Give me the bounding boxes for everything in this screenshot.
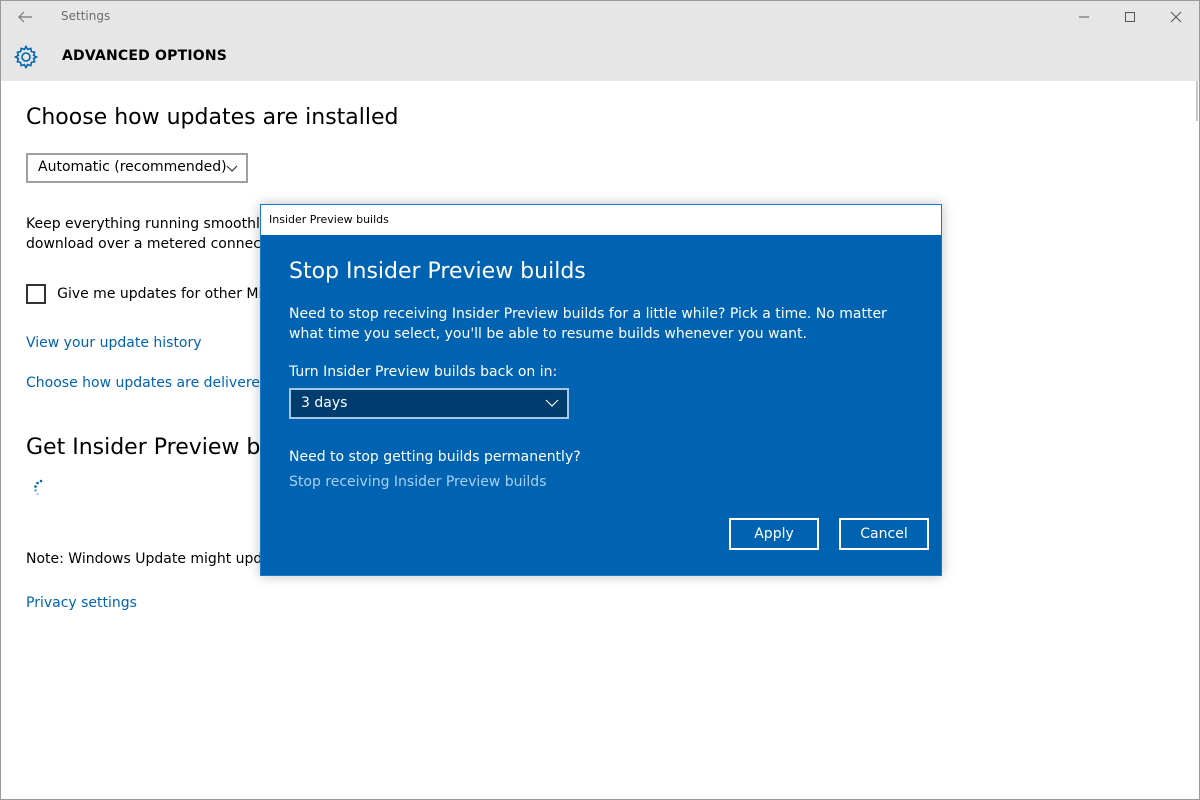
insider-preview-dialog: Insider Preview builds Stop Insider Prev… bbox=[260, 204, 942, 576]
dialog-title-bar: Insider Preview builds bbox=[261, 205, 941, 235]
apply-button[interactable]: Apply bbox=[729, 518, 819, 550]
stop-receiving-link[interactable]: Stop receiving Insider Preview builds bbox=[289, 474, 546, 490]
minimize-button[interactable] bbox=[1061, 1, 1107, 33]
minimize-icon bbox=[1079, 16, 1089, 18]
maximize-button[interactable] bbox=[1107, 1, 1153, 33]
maximize-icon bbox=[1125, 12, 1135, 22]
resume-duration-value: 3 days bbox=[301, 395, 348, 411]
window-controls bbox=[1061, 1, 1199, 33]
update-note: Note: Windows Update might upda bbox=[26, 551, 271, 567]
gear-icon bbox=[13, 44, 39, 70]
other-products-option[interactable]: Give me updates for other Micr bbox=[26, 283, 276, 305]
loading-spinner-icon bbox=[34, 479, 43, 496]
other-products-label: Give me updates for other Micr bbox=[57, 285, 276, 302]
delivery-options-link[interactable]: Choose how updates are delivered bbox=[26, 375, 269, 391]
resume-duration-dropdown[interactable]: 3 days bbox=[289, 388, 569, 419]
update-description: Keep everything running smoothly. downlo… bbox=[26, 214, 266, 254]
window-title: Settings bbox=[61, 9, 111, 23]
permanent-stop-question: Need to stop getting builds permanently? bbox=[289, 449, 581, 465]
insider-heading: Get Insider Preview buil bbox=[26, 435, 287, 460]
title-bar: Settings bbox=[1, 1, 1199, 33]
resume-duration-label: Turn Insider Preview builds back on in: bbox=[289, 364, 558, 380]
dialog-description: Need to stop receiving Insider Preview b… bbox=[289, 306, 887, 342]
back-arrow-icon[interactable] bbox=[15, 7, 35, 27]
cancel-button[interactable]: Cancel bbox=[839, 518, 929, 550]
close-icon bbox=[1170, 11, 1182, 23]
other-products-checkbox[interactable] bbox=[26, 283, 46, 304]
scrollbar[interactable] bbox=[1195, 81, 1199, 799]
install-mode-dropdown[interactable]: Automatic (recommended) bbox=[26, 153, 248, 183]
dialog-heading: Stop Insider Preview builds bbox=[289, 259, 586, 284]
chevron-down-icon bbox=[545, 399, 559, 407]
page-title: ADVANCED OPTIONS bbox=[62, 48, 228, 64]
privacy-settings-link[interactable]: Privacy settings bbox=[26, 595, 137, 611]
close-button[interactable] bbox=[1153, 1, 1199, 33]
update-history-link[interactable]: View your update history bbox=[26, 335, 202, 351]
chevron-down-icon bbox=[226, 165, 238, 172]
install-heading: Choose how updates are installed bbox=[26, 105, 399, 130]
install-mode-value: Automatic (recommended) bbox=[38, 159, 227, 175]
update-description-line1: Keep everything running smoothly. bbox=[26, 216, 266, 232]
update-description-line2: download over a metered connectio bbox=[26, 236, 266, 252]
page-header: ADVANCED OPTIONS bbox=[1, 33, 1199, 81]
settings-window: Settings ADVANCED OPTIONS Choose how upd… bbox=[0, 0, 1200, 800]
